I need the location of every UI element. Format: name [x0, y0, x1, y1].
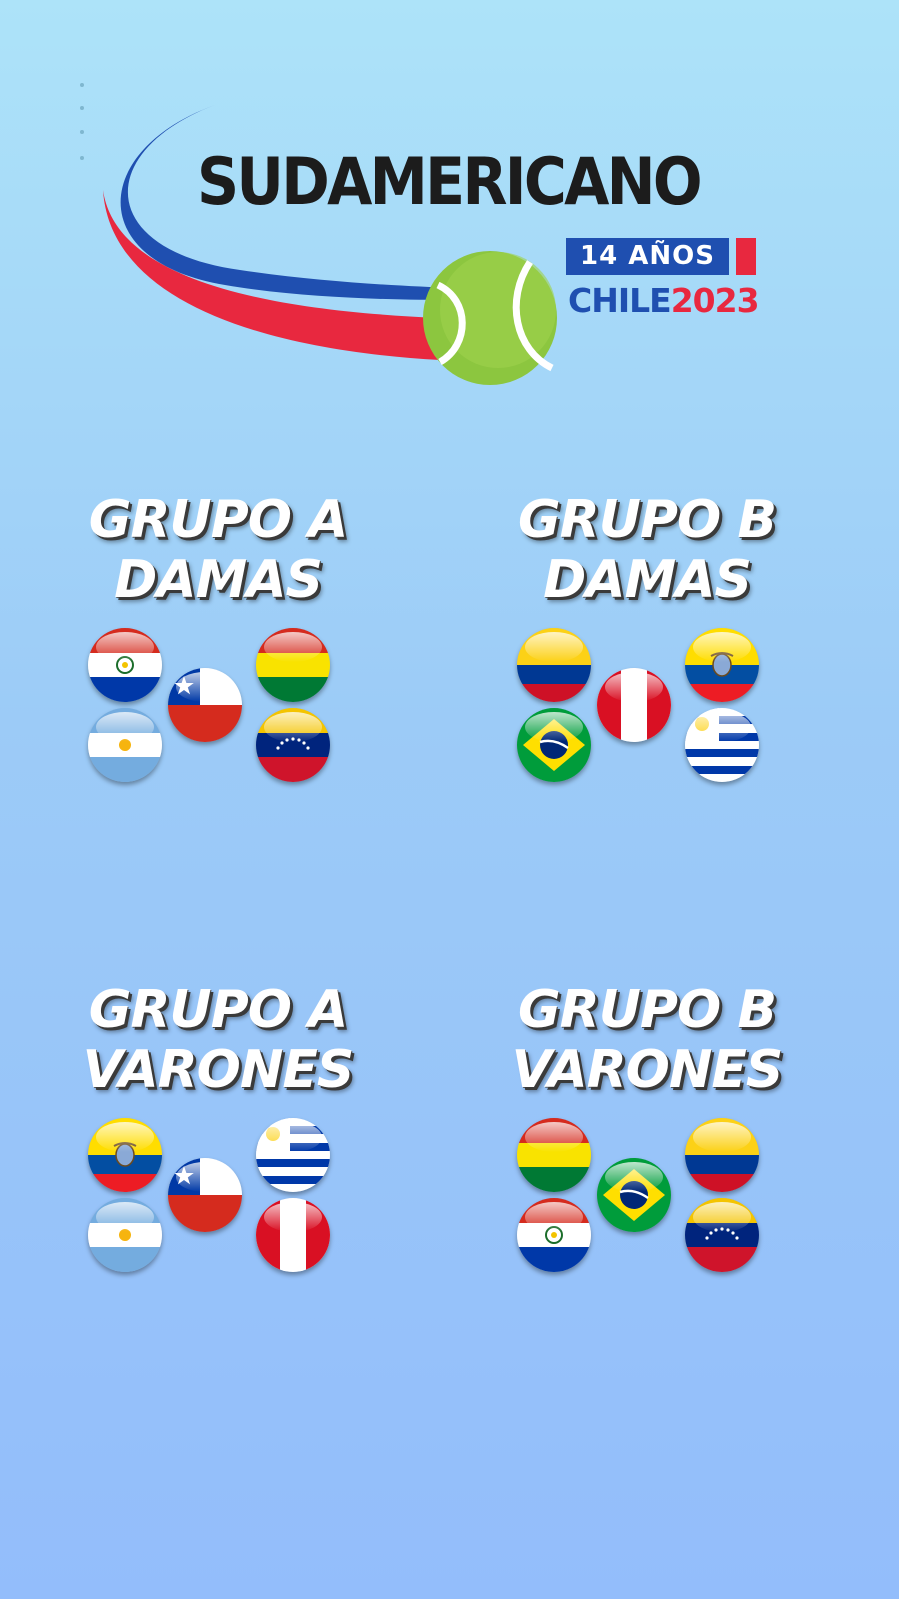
- flag-cluster: [88, 628, 348, 798]
- group-title-line1: GRUPO B: [517, 980, 777, 1040]
- venezuela-flag-icon: [256, 708, 330, 782]
- group-title-line2: VARONES: [82, 1040, 355, 1100]
- bolivia-flag-icon: [256, 628, 330, 702]
- group-title-line1: GRUPO B: [517, 490, 777, 550]
- flag-cluster: [517, 628, 777, 798]
- group-title-line2: DAMAS: [114, 550, 323, 610]
- argentina-flag-icon: [88, 708, 162, 782]
- ecuador-flag-icon: [685, 628, 759, 702]
- logo-country: CHILE: [568, 281, 672, 320]
- group-b-varones: GRUPO B VARONES: [437, 980, 857, 1288]
- tennis-ball: [423, 251, 557, 385]
- group-title-line2: DAMAS: [543, 550, 752, 610]
- group-title-line1: GRUPO A: [88, 980, 349, 1040]
- logo-edition: CHILE2023: [568, 281, 760, 320]
- paraguay-flag-icon: [88, 628, 162, 702]
- uruguay-flag-icon: [256, 1118, 330, 1192]
- group-b-damas: GRUPO B DAMAS: [437, 490, 857, 798]
- flag-cluster: [88, 1118, 348, 1288]
- argentina-flag-icon: [88, 1198, 162, 1272]
- colombia-flag-icon: [685, 1118, 759, 1192]
- colombia-flag-icon: [517, 628, 591, 702]
- group-title-line1: GRUPO A: [88, 490, 349, 550]
- dots-decoration: [80, 83, 84, 160]
- age-badge: 14 AÑOS: [566, 238, 729, 275]
- badge-red-stripe: [736, 238, 756, 275]
- venezuela-flag-icon: [685, 1198, 759, 1272]
- group-a-varones: GRUPO A VARONES: [8, 980, 428, 1288]
- group-a-damas: GRUPO A DAMAS: [8, 490, 428, 798]
- brazil-flag-icon: [597, 1158, 671, 1232]
- peru-flag-icon: [597, 668, 671, 742]
- brazil-flag-icon: [517, 708, 591, 782]
- peru-flag-icon: [256, 1198, 330, 1272]
- bolivia-flag-icon: [517, 1118, 591, 1192]
- uruguay-flag-icon: [685, 708, 759, 782]
- flag-cluster: [517, 1118, 777, 1288]
- chile-flag-icon: [168, 1158, 242, 1232]
- logo-title: SUDAMERICANO: [197, 145, 703, 220]
- paraguay-flag-icon: [517, 1198, 591, 1272]
- group-title-line2: VARONES: [511, 1040, 784, 1100]
- logo-year: 2023: [670, 281, 760, 320]
- ecuador-flag-icon: [88, 1118, 162, 1192]
- chile-flag-icon: [168, 668, 242, 742]
